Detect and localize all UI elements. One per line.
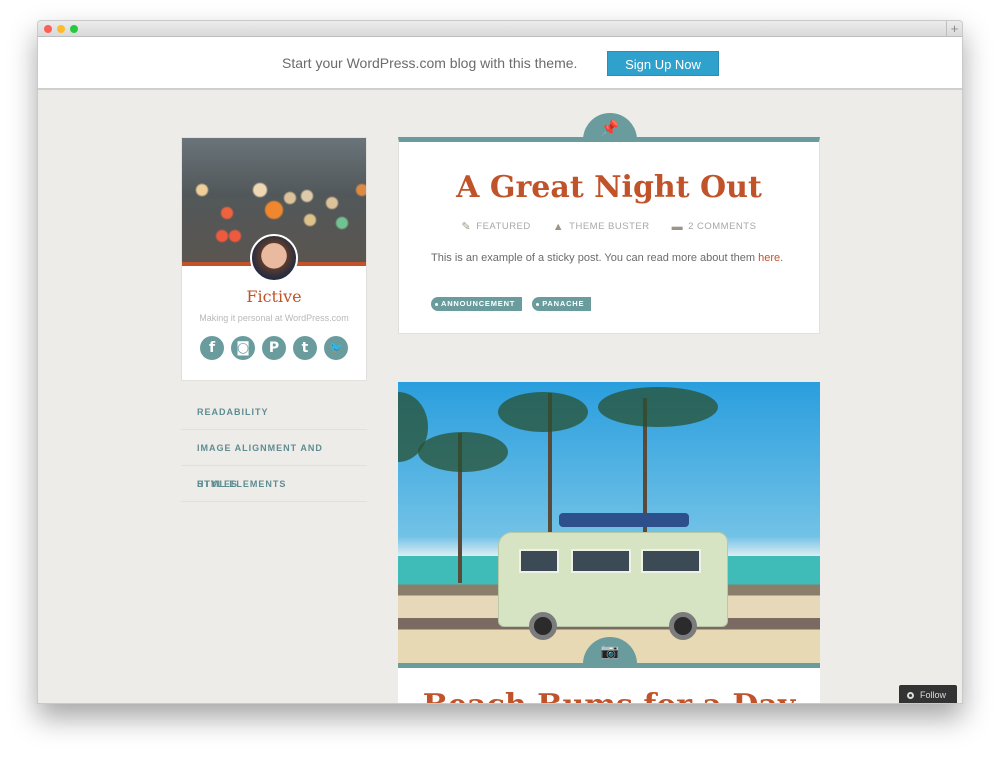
van-window (571, 549, 631, 573)
site-description: Making it personal at WordPress.com (199, 313, 349, 323)
tag-announcement[interactable]: ANNOUNCEMENT (431, 297, 523, 311)
post-excerpt: This is an example of a sticky post. You… (431, 252, 783, 264)
post-meta: ✎ FEATURED ▲ THEME BUSTER ▬ 2 COMMENTS (399, 220, 819, 234)
signup-text: Start your WordPress.com blog with this … (282, 55, 578, 71)
meta-featured-label: FEATURED (476, 221, 531, 232)
van-window (519, 549, 559, 573)
featured-image-van-beach[interactable] (398, 382, 820, 663)
user-icon: ▲ (552, 220, 565, 233)
pinterest-icon[interactable]: P (262, 336, 286, 360)
follow-icon (907, 692, 914, 699)
post-title[interactable]: Beach Bums for a Day (398, 688, 820, 703)
sidebar-item-image-alignment[interactable]: IMAGE ALIGNMENT AND STYLES (181, 430, 367, 489)
sign-up-now-button[interactable]: Sign Up Now (607, 51, 719, 76)
social-links: f ◙ P t 🐦 (200, 336, 348, 360)
sidebar-item-html-elements[interactable]: HTML ELEMENTS (181, 466, 367, 502)
van-wheel (529, 612, 557, 640)
site-title[interactable]: Fictive (182, 287, 366, 306)
post-image: Beach Bums for a Day (398, 668, 820, 703)
signup-banner: Start your WordPress.com blog with this … (38, 37, 962, 90)
post-tags: ANNOUNCEMENT PANACHE (431, 297, 592, 311)
maximize-window-button[interactable] (70, 25, 78, 33)
avatar[interactable] (250, 234, 298, 282)
facebook-icon[interactable]: f (200, 336, 224, 360)
browser-window: + Start your WordPress.com blog with thi… (37, 20, 963, 704)
excerpt-text: This is an example of a sticky post. You… (431, 252, 759, 264)
tag-panache[interactable]: PANACHE (532, 297, 592, 311)
profile-widget: Fictive Making it personal at WordPress.… (181, 137, 367, 381)
minimize-window-button[interactable] (57, 25, 65, 33)
van-roof-rack (559, 513, 689, 527)
van-wheel (669, 612, 697, 640)
close-window-button[interactable] (44, 25, 52, 33)
palm-leaves (598, 387, 718, 427)
van (498, 513, 728, 640)
follow-label: Follow (920, 690, 947, 700)
meta-comments-label: 2 COMMENTS (688, 221, 757, 232)
van-window (641, 549, 701, 573)
tumblr-icon[interactable]: t (293, 336, 317, 360)
title-bar: + (38, 21, 962, 37)
instagram-icon[interactable]: ◙ (231, 336, 255, 360)
pin-icon: ✎ (461, 221, 472, 233)
sidebar-menu: READABILITY IMAGE ALIGNMENT AND STYLES H… (181, 394, 367, 502)
meta-comments[interactable]: ▬ 2 COMMENTS (672, 220, 757, 233)
follow-button[interactable]: Follow (899, 685, 957, 703)
excerpt-end: . (780, 252, 784, 264)
post-title[interactable]: A Great Night Out (399, 170, 819, 205)
post-sticky: A Great Night Out ✎ FEATURED ▲ THEME BUS… (398, 137, 820, 334)
meta-author[interactable]: ▲ THEME BUSTER (553, 220, 650, 233)
comment-icon: ▬ (671, 220, 684, 233)
palm-leaves (498, 392, 588, 432)
palm-leaves (418, 432, 508, 472)
new-tab-button[interactable]: + (946, 21, 962, 37)
meta-author-label: THEME BUSTER (569, 221, 650, 232)
sidebar-item-readability[interactable]: READABILITY (181, 394, 367, 430)
meta-featured[interactable]: ✎ FEATURED (462, 220, 531, 233)
excerpt-link[interactable]: here (758, 252, 780, 264)
twitter-icon[interactable]: 🐦 (324, 336, 348, 360)
